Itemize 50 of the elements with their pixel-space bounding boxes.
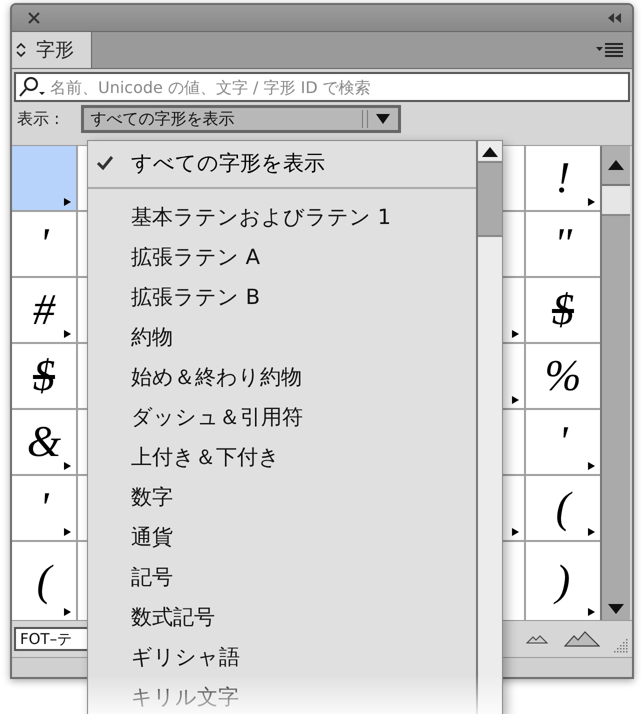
glyph-cell[interactable]: ' <box>526 410 600 474</box>
menu-item[interactable]: 拡張ラテン A <box>88 237 476 277</box>
menu-item[interactable]: 数字 <box>88 477 476 517</box>
glyph-cell[interactable]: % <box>526 344 600 408</box>
collapse-icon[interactable] <box>608 13 622 23</box>
scroll-up-icon[interactable] <box>482 147 498 157</box>
glyph-cell[interactable]: & <box>12 410 76 474</box>
search-icon <box>18 76 48 98</box>
panel-menu-icon[interactable] <box>596 43 624 57</box>
glyph-cell[interactable] <box>12 146 76 210</box>
glyph-cell[interactable]: ' <box>12 476 76 540</box>
zoom-out-icon[interactable] <box>526 634 548 644</box>
glyph-cell[interactable]: ) <box>526 542 600 620</box>
checkmark-icon <box>97 156 113 170</box>
scroll-up-button[interactable] <box>602 146 630 186</box>
menu-item[interactable]: 始め＆終わり約物 <box>88 357 476 397</box>
scroll-thumb[interactable] <box>478 161 502 237</box>
menu-item[interactable]: 記号 <box>88 557 476 597</box>
close-icon[interactable] <box>28 12 40 24</box>
dropdown-arrow-icon <box>376 114 390 124</box>
up-down-arrows-icon <box>16 42 26 58</box>
show-dropdown[interactable]: すべての字形を表示 <box>81 105 402 133</box>
menu-item[interactable]: 上付き＆下付き <box>88 437 476 477</box>
glyph-cell[interactable]: ! <box>526 146 600 210</box>
search-box[interactable]: 名前、Unicode の値、文字 / 字形 ID で検索 <box>14 72 630 102</box>
menu-item[interactable]: 数式記号 <box>88 597 476 637</box>
glyph-cell[interactable]: # <box>12 278 76 342</box>
zoom-in-icon[interactable] <box>564 631 600 647</box>
menu-item[interactable]: 通貨 <box>88 517 476 557</box>
glyph-cell[interactable]: ( <box>12 542 76 620</box>
menu-item[interactable]: 約物 <box>88 317 476 357</box>
resize-grip-icon[interactable] <box>614 639 628 653</box>
scrollbar[interactable] <box>600 146 630 620</box>
menu-item[interactable]: ギリシャ語 <box>88 637 476 677</box>
scroll-down-icon[interactable] <box>608 604 624 614</box>
glyph-cell[interactable]: " <box>526 212 600 276</box>
menu-scrollbar[interactable] <box>476 141 502 714</box>
glyph-cell[interactable]: $ <box>526 278 600 342</box>
glyph-cell[interactable]: $ <box>12 344 76 408</box>
menu-item[interactable]: 拡張ラテン B <box>88 277 476 317</box>
glyph-cell[interactable]: ( <box>526 476 600 540</box>
show-label: 表示 : <box>17 108 60 130</box>
glyph-cell[interactable]: ' <box>12 212 76 276</box>
search-field[interactable]: 名前、Unicode の値、文字 / 字形 ID で検索 <box>48 76 628 98</box>
scroll-up-icon[interactable] <box>608 160 624 170</box>
menu-item[interactable]: ダッシュ＆引用符 <box>88 397 476 437</box>
menu-item[interactable]: すべての字形を表示 <box>88 143 476 183</box>
glyphs-tab[interactable]: 字形 <box>12 32 92 68</box>
menu-item[interactable]: 基本ラテンおよびラテン 1 <box>88 197 476 237</box>
scroll-thumb[interactable] <box>602 186 630 216</box>
